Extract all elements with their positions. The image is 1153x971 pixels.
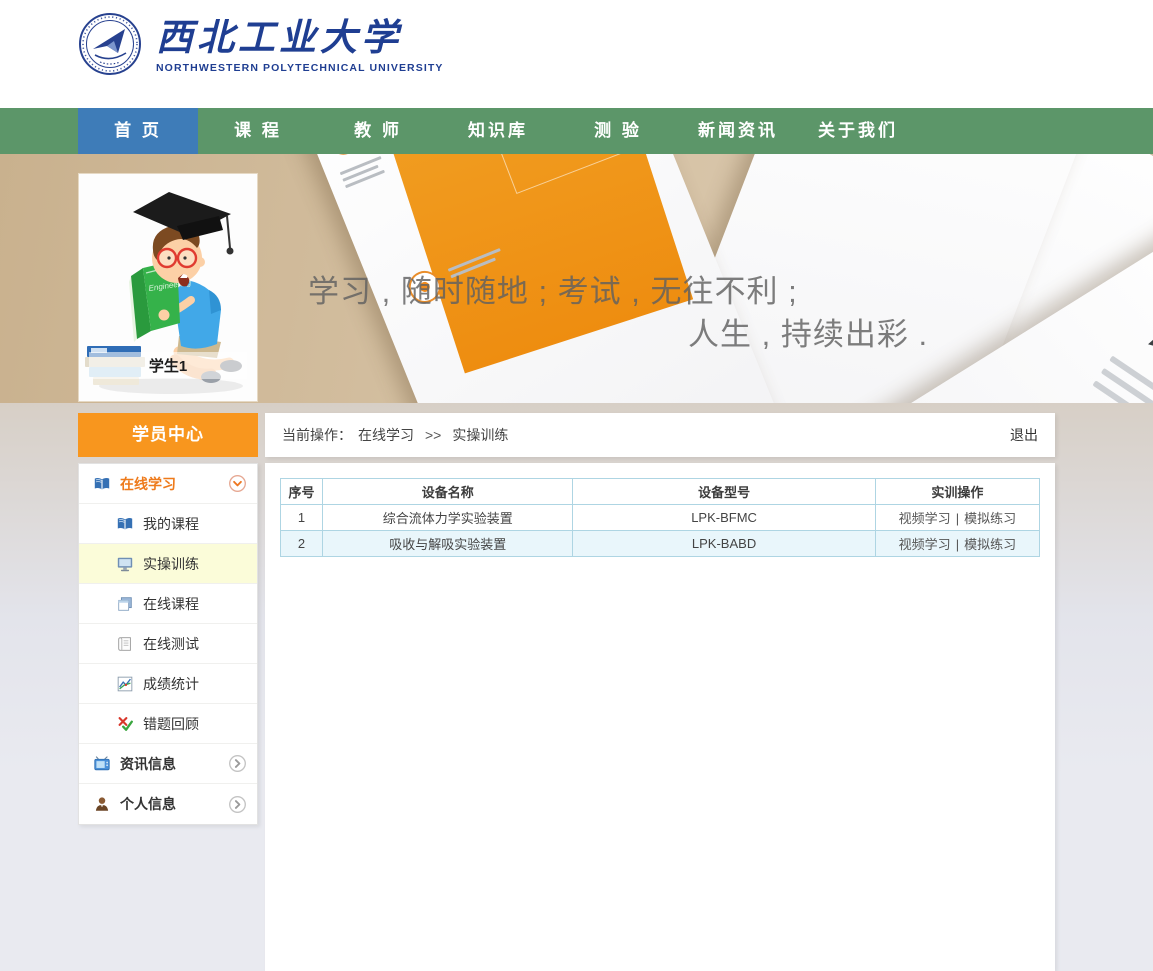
nav-item-teachers[interactable]: 教 师 bbox=[318, 108, 438, 154]
university-logo[interactable]: 西北工业大学 NORTHWESTERN POLYTECHNICAL UNIVER… bbox=[78, 12, 443, 81]
chevron-right-icon bbox=[228, 754, 247, 773]
chart-icon bbox=[116, 675, 134, 693]
university-emblem-icon bbox=[78, 12, 142, 81]
sidebar-item-label: 资讯信息 bbox=[120, 754, 176, 774]
tv-icon bbox=[93, 755, 111, 773]
review-icon bbox=[116, 715, 134, 733]
sidebar-item-news-info[interactable]: 资讯信息 bbox=[79, 744, 257, 784]
breadcrumb-separator: >> bbox=[425, 427, 441, 443]
table-row: 2吸收与解吸实验装置LPK-BABD 视频学习 | 模拟练习 bbox=[281, 531, 1040, 557]
book-icon bbox=[93, 475, 111, 493]
nav-item-knowledge-base[interactable]: 知识库 bbox=[438, 108, 558, 154]
windows-icon bbox=[116, 595, 134, 613]
hero-banner: 学习 , 随时随地 ; 考试 , 无往不利 ; 人生 , 持续出彩 . bbox=[0, 154, 1153, 403]
table-header-cell: 设备型号 bbox=[573, 479, 875, 505]
site-header: 西北工业大学 NORTHWESTERN POLYTECHNICAL UNIVER… bbox=[0, 0, 1153, 108]
sidebar-item-practical-training[interactable]: 实操训练 bbox=[79, 544, 257, 584]
table-row: 1综合流体力学实验装置LPK-BFMC 视频学习 | 模拟练习 bbox=[281, 505, 1040, 531]
user-icon bbox=[93, 795, 111, 813]
sidebar-item-my-courses[interactable]: 我的课程 bbox=[79, 504, 257, 544]
sidebar-item-personal-info[interactable]: 个人信息 bbox=[79, 784, 257, 824]
sidebar-item-label: 个人信息 bbox=[120, 794, 176, 814]
brochure-orange-panel bbox=[363, 154, 693, 373]
brochure-circle-icon bbox=[322, 154, 364, 159]
main-navbar: 首 页课 程教 师知识库测 验新闻资讯关于我们 bbox=[0, 108, 1153, 154]
sidebar-item-score-stats[interactable]: 成绩统计 bbox=[79, 664, 257, 704]
nav-item-about-us[interactable]: 关于我们 bbox=[798, 108, 918, 154]
sidebar-item-label: 我的课程 bbox=[143, 514, 199, 534]
sidebar-item-label: 成绩统计 bbox=[143, 674, 199, 694]
sidebar-item-label: 实操训练 bbox=[143, 554, 199, 574]
chevron-down-icon bbox=[228, 474, 247, 493]
row-number-cell: 1 bbox=[281, 505, 323, 531]
sidebar: 学员中心 在线学习我的课程实操训练在线课程在线测试成绩统计错题回顾资讯信息个人信… bbox=[78, 413, 258, 825]
content-area: 学员中心 在线学习我的课程实操训练在线课程在线测试成绩统计错题回顾资讯信息个人信… bbox=[0, 403, 1153, 971]
banner-slogan-line1: 学习 , 随时随地 ; 考试 , 无往不利 ; bbox=[308, 266, 798, 311]
sidebar-item-online-tests[interactable]: 在线测试 bbox=[79, 624, 257, 664]
sidebar-item-label: 错题回顾 bbox=[143, 714, 199, 734]
device-model-cell: LPK-BABD bbox=[573, 531, 875, 557]
book-icon bbox=[116, 515, 134, 533]
student-card: Engineering bbox=[78, 173, 258, 402]
sidebar-item-mistake-review[interactable]: 错题回顾 bbox=[79, 704, 257, 744]
university-name-en: NORTHWESTERN POLYTECHNICAL UNIVERSITY bbox=[156, 62, 443, 74]
table-header-cell: 序号 bbox=[281, 479, 323, 505]
device-name-cell: 综合流体力学实验装置 bbox=[323, 505, 573, 531]
student-name: 学生1 bbox=[89, 352, 247, 379]
sidebar-item-online-courses[interactable]: 在线课程 bbox=[79, 584, 257, 624]
monitor-icon bbox=[116, 555, 134, 573]
device-model-cell: LPK-BFMC bbox=[573, 505, 875, 531]
device-table: 序号设备名称设备型号实训操作 1综合流体力学实验装置LPK-BFMC 视频学习 | 模… bbox=[280, 478, 1040, 557]
device-name-cell: 吸收与解吸实验装置 bbox=[323, 531, 573, 557]
main-column: 当前操作： 在线学习 >> 实操训练 退出 序号设备名称设备型号实训操作 1综合… bbox=[265, 413, 1055, 971]
action-separator: | bbox=[956, 537, 959, 552]
sidebar-header: 学员中心 bbox=[78, 413, 258, 457]
logout-button[interactable]: 退出 bbox=[1010, 425, 1038, 445]
simulation-practice-link[interactable]: 模拟练习 bbox=[964, 537, 1016, 552]
sidebar-item-label: 在线学习 bbox=[120, 474, 176, 494]
sidebar-item-online-learning[interactable]: 在线学习 bbox=[79, 464, 257, 504]
simulation-practice-link[interactable]: 模拟练习 bbox=[964, 511, 1016, 526]
video-learning-link[interactable]: 视频学习 bbox=[899, 537, 951, 552]
table-header-cell: 实训操作 bbox=[875, 479, 1039, 505]
breadcrumb-link-practical-training[interactable]: 实操训练 bbox=[452, 425, 508, 445]
chevron-right-icon bbox=[228, 795, 247, 814]
breadcrumb-prefix: 当前操作： bbox=[282, 425, 352, 445]
page: 西北工业大学 NORTHWESTERN POLYTECHNICAL UNIVER… bbox=[0, 0, 1153, 971]
nav-item-news[interactable]: 新闻资讯 bbox=[678, 108, 798, 154]
training-actions-cell: 视频学习 | 模拟练习 bbox=[875, 505, 1039, 531]
sidebar-menu: 在线学习我的课程实操训练在线课程在线测试成绩统计错题回顾资讯信息个人信息 bbox=[78, 463, 258, 825]
university-name-cn: 西北工业大学 bbox=[156, 19, 443, 60]
video-learning-link[interactable]: 视频学习 bbox=[899, 511, 951, 526]
breadcrumb-link-online-learning[interactable]: 在线学习 bbox=[358, 425, 414, 445]
sidebar-item-label: 在线测试 bbox=[143, 634, 199, 654]
table-header-row: 序号设备名称设备型号实训操作 bbox=[281, 479, 1040, 505]
training-actions-cell: 视频学习 | 模拟练习 bbox=[875, 531, 1039, 557]
row-number-cell: 2 bbox=[281, 531, 323, 557]
main-panel: 序号设备名称设备型号实训操作 1综合流体力学实验装置LPK-BFMC 视频学习 | 模… bbox=[265, 463, 1055, 971]
nav-item-home[interactable]: 首 页 bbox=[78, 108, 198, 154]
nav-item-courses[interactable]: 课 程 bbox=[198, 108, 318, 154]
nav-item-tests[interactable]: 测 验 bbox=[558, 108, 678, 154]
table-header-cell: 设备名称 bbox=[323, 479, 573, 505]
breadcrumb: 当前操作： 在线学习 >> 实操训练 退出 bbox=[265, 413, 1055, 457]
banner-slogan-line2: 人生 , 持续出彩 . bbox=[688, 309, 928, 354]
sidebar-item-label: 在线课程 bbox=[143, 594, 199, 614]
action-separator: | bbox=[956, 511, 959, 526]
scroll-icon bbox=[116, 635, 134, 653]
nav-items: 首 页课 程教 师知识库测 验新闻资讯关于我们 bbox=[78, 108, 1153, 154]
